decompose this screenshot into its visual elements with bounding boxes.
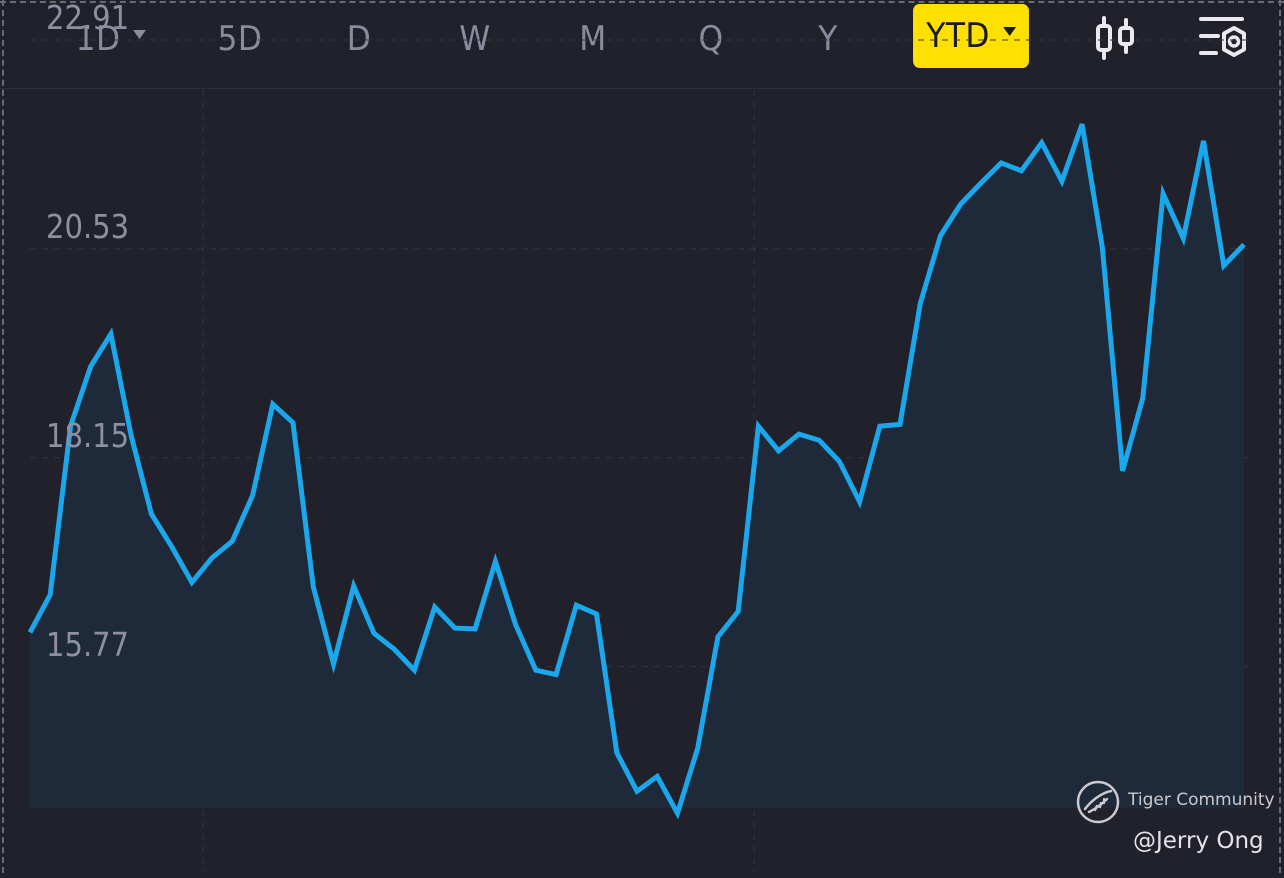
price-chart-svg (27, 39, 1248, 873)
watermark-handle: @Jerry Ong (1133, 828, 1264, 854)
left-border (2, 0, 4, 873)
stock-chart-screen: 1D 5D D W M Q Y YTD 22.91 20.53 18.15 15… (0, 0, 1284, 873)
price-area (30, 124, 1244, 814)
top-border (0, 1, 1284, 3)
y-tick-label: 15.77 (46, 624, 130, 664)
y-tick-label: 20.53 (46, 206, 130, 246)
y-tick-label: 22.91 (46, 0, 130, 37)
price-chart: 22.91 20.53 18.15 15.77 (0, 0, 1284, 873)
watermark-brand: Tiger Community (1128, 790, 1275, 810)
tiger-logo-icon (1075, 779, 1121, 825)
right-border (1279, 0, 1281, 873)
y-tick-label: 18.15 (46, 415, 130, 455)
